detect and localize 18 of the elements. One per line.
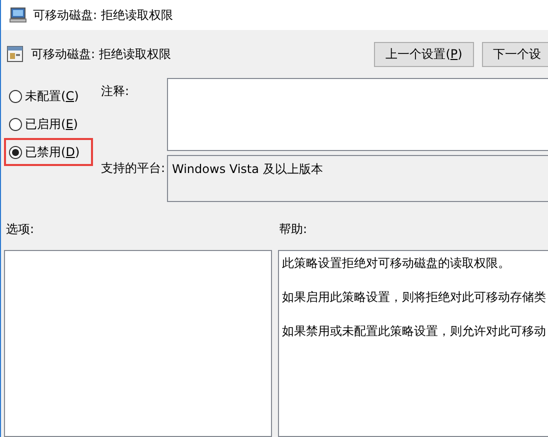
radio-option[interactable]: 未配置(C) xyxy=(4,82,93,110)
setting-title: 可移动磁盘: 拒绝读取权限 xyxy=(31,46,171,63)
platform-field: Windows Vista 及以上版本 xyxy=(167,155,548,202)
radio-option[interactable]: 已禁用(D) xyxy=(4,138,93,166)
help-paragraph: 如果启用此策略设置，则将拒绝对此可移动存储类 xyxy=(282,289,546,306)
help-label: 帮助: xyxy=(279,221,308,238)
computer-icon xyxy=(9,7,27,23)
options-label: 选项: xyxy=(5,221,36,238)
platform-label: 支持的平台: xyxy=(100,160,166,177)
radio-option[interactable]: 已启用(E) xyxy=(4,110,93,138)
previous-setting-button[interactable]: 上一个设置(P) xyxy=(374,42,474,66)
policy-icon xyxy=(7,46,23,62)
help-paragraph: 如果禁用或未配置此策略设置，则允许对此可移动 xyxy=(282,323,546,340)
help-paragraph: 此策略设置拒绝对可移动磁盘的读取权限。 xyxy=(282,255,511,272)
comment-field[interactable] xyxy=(167,78,548,151)
next-setting-button[interactable]: 下一个设 xyxy=(482,42,548,66)
window-title: 可移动磁盘: 拒绝读取权限 xyxy=(33,7,173,24)
comment-label: 注释: xyxy=(100,83,130,100)
